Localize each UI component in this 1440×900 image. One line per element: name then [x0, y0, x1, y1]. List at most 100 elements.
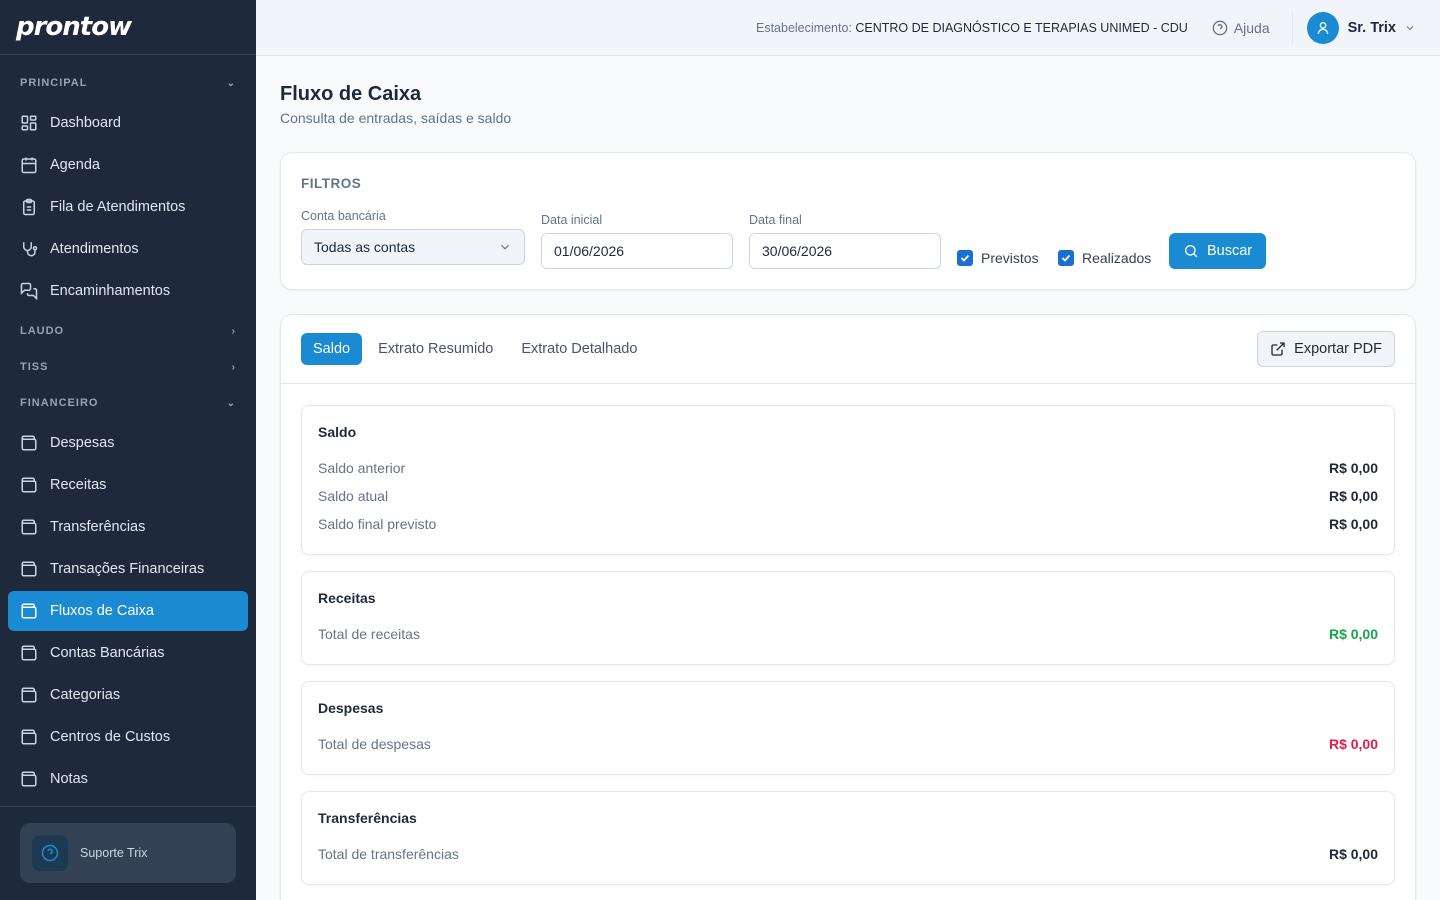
sidebar-item-fluxos-de-caixa[interactable]: Fluxos de Caixa: [8, 591, 248, 631]
row-label: Total de transferências: [318, 846, 459, 862]
export-pdf-label: Exportar PDF: [1294, 341, 1382, 357]
chevron-down-icon: [501, 244, 509, 250]
sidebar-item-label: Agenda: [50, 157, 100, 173]
section-principal[interactable]: PRINCIPAL ⌄: [0, 65, 256, 101]
wallet-icon: [21, 561, 37, 577]
tab-extrato-resumido[interactable]: Extrato Resumido: [366, 333, 505, 365]
receitas-row: Total de receitas R$ 0,00: [318, 626, 1378, 642]
account-select[interactable]: Todas as contas: [301, 229, 525, 265]
establishment-label: Estabelecimento:: [755, 20, 852, 35]
end-date-input[interactable]: 30/06/2026: [749, 233, 941, 269]
external-link-icon: [1271, 342, 1285, 356]
sidebar-item-fila[interactable]: Fila de Atendimentos: [8, 187, 248, 227]
realizados-checkbox[interactable]: Realizados: [1058, 250, 1151, 266]
sidebar-item-label: Receitas: [50, 477, 107, 493]
establishment: Estabelecimento: CENTRO DE DIAGNÓSTICO E…: [756, 21, 1188, 35]
sidebar-item-encaminhamentos[interactable]: Encaminhamentos: [8, 271, 248, 311]
end-date-label: Data final: [749, 213, 802, 227]
wallet-icon: [21, 477, 37, 493]
sidebar-item-despesas[interactable]: Despesas: [8, 423, 248, 463]
section-financeiro[interactable]: FINANCEIRO ⌄: [0, 385, 256, 421]
wallet-icon: [21, 729, 37, 745]
sidebar-item-categorias[interactable]: Categorias: [8, 675, 248, 715]
end-date-value: 30/06/2026: [762, 243, 833, 259]
sidebar-item-label: Transferências: [50, 519, 146, 535]
saldo-title: Saldo: [318, 424, 357, 440]
divider: [281, 383, 1415, 384]
sidebar-item-label: Atendimentos: [50, 241, 139, 257]
section-principal-label: PRINCIPAL: [20, 77, 88, 89]
clipboard-icon: [23, 198, 35, 216]
topbar: Estabelecimento: CENTRO DE DIAGNÓSTICO E…: [256, 0, 1440, 56]
section-laudo[interactable]: LAUDO ›: [0, 313, 256, 349]
row-value: R$ 0,00: [1328, 516, 1378, 532]
export-pdf-button[interactable]: Exportar PDF: [1257, 331, 1395, 367]
search-button-label: Buscar: [1207, 243, 1253, 259]
row-value: R$ 0,00: [1328, 488, 1378, 504]
row-label: Total de receitas: [318, 626, 420, 642]
saldo-row: Saldo atual R$ 0,00: [318, 488, 1378, 504]
logo[interactable]: prontow: [0, 0, 256, 55]
sidebar-item-agenda[interactable]: Agenda: [8, 145, 248, 185]
user-menu[interactable]: Sr. Trix: [1293, 11, 1416, 44]
filters-card: FILTROS Conta bancária Todas as contas D…: [280, 152, 1416, 290]
despesas-row: Total de despesas R$ 0,00: [318, 736, 1378, 752]
sidebar-item-contas-bancarias[interactable]: Contas Bancárias: [8, 633, 248, 673]
sidebar-item-notas[interactable]: Notas: [8, 759, 248, 799]
row-value: R$ 0,00: [1328, 736, 1378, 752]
wallet-icon: [21, 603, 37, 619]
support-button[interactable]: Suporte Trix: [20, 823, 236, 883]
sidebar: prontow PRINCIPAL ⌄ Dashboard Agenda Fil…: [0, 0, 256, 900]
section-tiss[interactable]: TISS ›: [0, 349, 256, 385]
chevron-down-icon: [1406, 25, 1414, 30]
sidebar-item-transferencias[interactable]: Transferências: [8, 507, 248, 547]
sidebar-item-atendimentos[interactable]: Atendimentos: [8, 229, 248, 269]
start-date-input[interactable]: 01/06/2026: [541, 233, 733, 269]
row-label: Total de despesas: [318, 736, 431, 752]
sidebar-item-dashboard[interactable]: Dashboard: [8, 103, 248, 143]
sidebar-footer: Suporte Trix: [0, 806, 256, 900]
sidebar-item-centros-de-custos[interactable]: Centros de Custos: [8, 717, 248, 757]
logo-text: prontow: [16, 12, 132, 42]
establishment-value: CENTRO DE DIAGNÓSTICO E TERAPIAS UNIMED …: [855, 20, 1188, 35]
search-icon: [1185, 245, 1198, 258]
sidebar-item-label: Contas Bancárias: [50, 645, 165, 661]
saldo-row: Saldo anterior R$ 0,00: [318, 460, 1378, 476]
search-button[interactable]: Buscar: [1169, 233, 1267, 269]
wallet-icon: [21, 771, 37, 787]
row-value: R$ 0,00: [1328, 846, 1378, 862]
saldo-row: Saldo final previsto R$ 0,00: [318, 516, 1378, 532]
tab-extrato-detalhado[interactable]: Extrato Detalhado: [509, 333, 649, 365]
start-date-value: 01/06/2026: [554, 243, 625, 259]
help-label: Ajuda: [1233, 19, 1270, 36]
user-name: Sr. Trix: [1347, 19, 1396, 36]
previstos-checkbox[interactable]: Previstos: [957, 250, 1039, 266]
stethoscope-icon: [23, 242, 38, 257]
chevron-down-icon: ⌄: [226, 397, 236, 409]
receitas-box: Receitas Total de receitas R$ 0,00: [301, 571, 1395, 665]
row-value: R$ 0,00: [1328, 460, 1378, 476]
tab-saldo[interactable]: Saldo: [301, 333, 363, 365]
receitas-title: Receitas: [318, 590, 376, 606]
row-value: R$ 0,00: [1328, 626, 1378, 642]
page-title: Fluxo de Caixa: [280, 83, 422, 105]
transferencias-title: Transferências: [318, 810, 417, 826]
calendar-icon: [21, 157, 37, 174]
sidebar-item-label: Fluxos de Caixa: [50, 603, 154, 619]
sidebar-item-label: Notas: [50, 771, 88, 787]
sidebar-item-label: Centros de Custos: [50, 729, 171, 745]
account-label: Conta bancária: [301, 209, 386, 223]
help-button[interactable]: Ajuda: [1212, 11, 1293, 44]
wallet-icon: [21, 687, 37, 703]
despesas-title: Despesas: [318, 700, 384, 716]
sidebar-item-transacoes[interactable]: Transações Financeiras: [8, 549, 248, 589]
sidebar-item-receitas[interactable]: Receitas: [8, 465, 248, 505]
filters-title: FILTROS: [301, 176, 362, 191]
row-label: Saldo anterior: [318, 460, 406, 476]
start-date-label: Data inicial: [541, 213, 603, 227]
sidebar-item-label: Dashboard: [50, 115, 121, 131]
avatar: [1306, 11, 1339, 44]
despesas-box: Despesas Total de despesas R$ 0,00: [301, 681, 1395, 775]
transferencias-row: Total de transferências R$ 0,00: [318, 846, 1378, 862]
help-circle-icon: [32, 835, 68, 871]
